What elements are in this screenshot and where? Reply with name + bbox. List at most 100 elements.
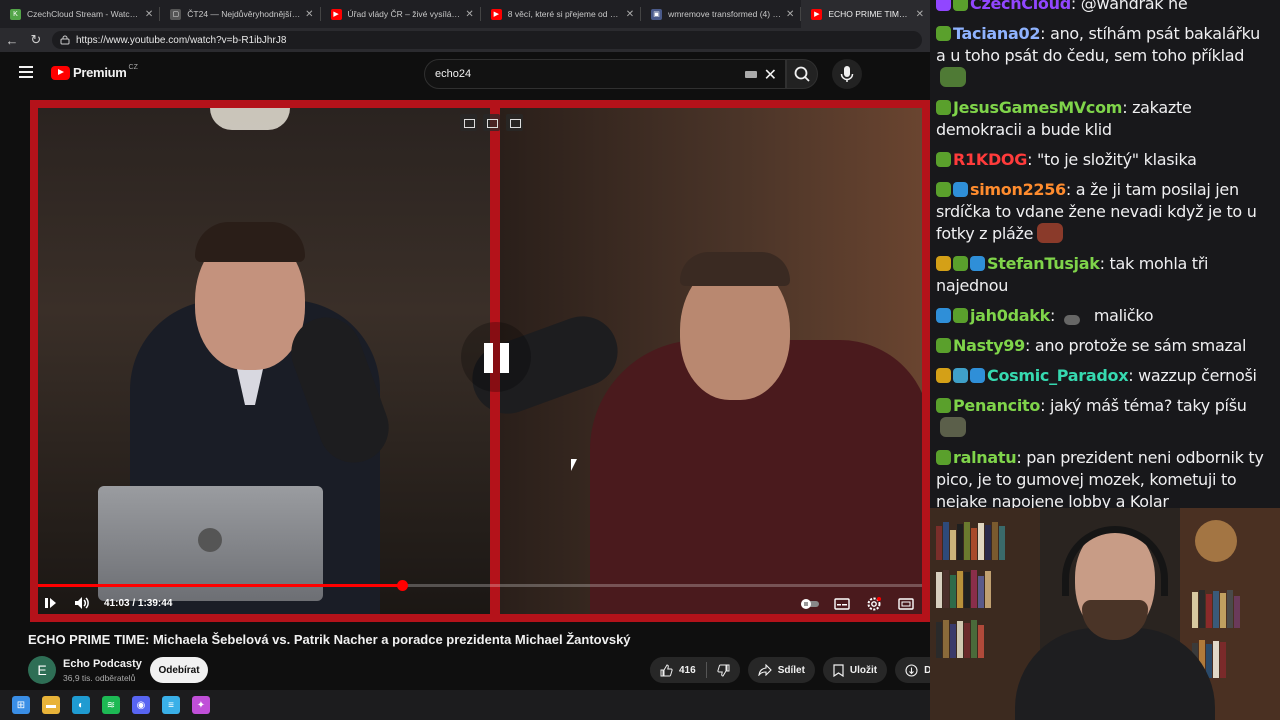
chat-emote-icon[interactable] xyxy=(1063,315,1080,325)
chat-badge-icon[interactable] xyxy=(953,0,968,11)
browser-tab[interactable]: ▣ wmremove transformed (4) — Po ✕ xyxy=(641,0,800,28)
chat-emote-icon[interactable] xyxy=(940,417,966,437)
tab-close-icon[interactable]: ✕ xyxy=(626,9,634,20)
notepad-icon[interactable]: ≡ xyxy=(162,696,180,714)
windows-start-icon[interactable]: ⊞ xyxy=(12,696,30,714)
chat-badge-icon[interactable] xyxy=(936,256,951,271)
copilot-icon[interactable]: ✦ xyxy=(192,696,210,714)
miniplayer-icon[interactable] xyxy=(483,114,500,131)
browser-tab[interactable]: K CzechCloud Stream - Watch Live o ✕ xyxy=(0,0,159,28)
chat-badge-icon[interactable] xyxy=(936,308,951,323)
guest-right-hair xyxy=(680,252,790,286)
chat-badge-icon[interactable] xyxy=(936,368,951,383)
share-icon xyxy=(758,664,772,676)
ceiling-lamp xyxy=(210,108,290,130)
chat-colon: : xyxy=(1016,448,1027,467)
save-button[interactable]: Uložit xyxy=(822,657,888,683)
chat-badge-icon[interactable] xyxy=(936,338,951,353)
menu-icon[interactable] xyxy=(19,66,33,78)
volume-icon xyxy=(75,597,89,609)
url-field[interactable]: https://www.youtube.com/watch?v=b-R1ibJh… xyxy=(52,31,922,49)
chat-badge-icon[interactable] xyxy=(970,368,985,383)
browser-tab[interactable]: ▶ Úřad vlády ČR – živé vysílání - You✕ xyxy=(321,0,480,28)
back-arrow-icon[interactable]: ← xyxy=(0,33,24,48)
browser-tab[interactable]: ▶ ECHO PRIME TIME: Micha ✕ xyxy=(801,0,930,28)
edge-browser-icon[interactable]: ◐ xyxy=(72,696,90,714)
chat-username[interactable]: R1KDOG xyxy=(953,150,1027,169)
channel-avatar[interactable]: E xyxy=(28,656,56,684)
subscribe-button[interactable]: Odebírat xyxy=(150,657,208,683)
chat-message: Penancito: jaký máš téma? taky píšu xyxy=(936,395,1272,439)
like-button[interactable]: 416 xyxy=(650,657,706,683)
channel-name[interactable]: Echo Podcasty xyxy=(63,658,142,670)
chat-username[interactable]: CzechCloud xyxy=(970,0,1071,13)
theater-mode-button[interactable] xyxy=(894,592,918,616)
chat-username[interactable]: StefanTusjak xyxy=(987,254,1100,273)
chat-message: Taciana02: ano, stíhám psát bakalářku a … xyxy=(936,23,1272,89)
clear-search-icon[interactable]: ✕ xyxy=(764,65,777,85)
chat-emote-icon[interactable] xyxy=(940,67,966,87)
tab-close-icon[interactable]: ✕ xyxy=(145,9,153,20)
tab-title: Úřad vlády ČR – živé vysílání - You xyxy=(347,9,462,19)
chat-username[interactable]: Penancito xyxy=(953,396,1040,415)
video-player[interactable]: 41:03 / 1:39:44 xyxy=(30,100,930,622)
chat-username[interactable]: Nasty99 xyxy=(953,336,1025,355)
browser-tab[interactable]: ▶ 8 věcí, které si přejeme od DLC pro ✕ xyxy=(481,0,640,28)
chat-username[interactable]: Taciana02 xyxy=(953,24,1040,43)
autoplay-toggle[interactable] xyxy=(798,592,822,616)
chat-badge-icon[interactable] xyxy=(953,256,968,271)
search-button[interactable] xyxy=(786,59,818,89)
chat-colon: : xyxy=(1040,396,1050,415)
chat-badge-icon[interactable] xyxy=(936,0,951,11)
chat-badge-icon[interactable] xyxy=(953,308,968,323)
chat-badge-icon[interactable] xyxy=(936,100,951,115)
play-button[interactable] xyxy=(38,591,62,615)
reload-icon[interactable]: ↻ xyxy=(24,32,48,48)
book-row xyxy=(1192,588,1240,628)
share-button[interactable]: Sdílet xyxy=(747,657,815,683)
dislike-button[interactable] xyxy=(706,657,740,683)
chat-badge-icon[interactable] xyxy=(953,368,968,383)
gear-icon xyxy=(867,597,881,611)
chat-username[interactable]: jah0dakk xyxy=(970,306,1050,325)
volume-button[interactable] xyxy=(70,591,94,615)
voice-search-button[interactable] xyxy=(832,59,862,89)
progress-bar[interactable] xyxy=(38,580,922,591)
save-label: Uložit xyxy=(849,664,878,676)
tab-close-icon[interactable]: ✕ xyxy=(916,9,924,20)
microphone-icon xyxy=(840,66,854,82)
tab-title: ČT24 — Nejdůvěryhodnější zpravo xyxy=(187,9,301,19)
edit-icon[interactable] xyxy=(506,114,523,131)
discord-icon[interactable]: ◉ xyxy=(132,696,150,714)
chat-emote-icon[interactable] xyxy=(1037,223,1064,243)
chat-badge-icon[interactable] xyxy=(936,152,951,167)
site-info-icon[interactable] xyxy=(60,35,70,45)
spotify-icon[interactable]: ≋ xyxy=(102,696,120,714)
chat-badge-icon[interactable] xyxy=(936,450,951,465)
tab-close-icon[interactable]: ✕ xyxy=(786,9,794,20)
chat-username[interactable]: JesusGamesMVcom xyxy=(953,98,1122,117)
chat-username[interactable]: Cosmic_Paradox xyxy=(987,366,1129,385)
chat-badge-icon[interactable] xyxy=(936,182,951,197)
tab-close-icon[interactable]: ✕ xyxy=(465,9,473,20)
subtitles-button[interactable] xyxy=(830,592,854,616)
chat-username[interactable]: simon2256 xyxy=(970,180,1066,199)
browser-tab[interactable]: ▢ ČT24 — Nejdůvěryhodnější zpravo ✕ xyxy=(160,0,319,28)
chat-badge-icon[interactable] xyxy=(936,398,951,413)
file-explorer-icon[interactable]: ▬ xyxy=(42,696,60,714)
chat-badge-icon[interactable] xyxy=(970,256,985,271)
chat-colon: : xyxy=(1099,254,1110,273)
chat-colon: : xyxy=(1027,150,1037,169)
picture-in-picture-icon[interactable] xyxy=(460,114,477,131)
chat-badge-icon[interactable] xyxy=(953,182,968,197)
settings-button[interactable] xyxy=(862,592,886,616)
tab-title: wmremove transformed (4) — Po xyxy=(668,9,782,19)
chat-badge-icon[interactable] xyxy=(936,26,951,41)
pause-overlay-icon[interactable] xyxy=(461,322,531,392)
youtube-logo[interactable]: Premium CZ xyxy=(51,64,138,80)
tab-close-icon[interactable]: ✕ xyxy=(305,9,313,20)
search-input[interactable]: echo24 ✕ xyxy=(424,59,786,89)
keyboard-icon[interactable] xyxy=(745,71,757,78)
stream-chat: CzechCloud: @wandrak ne Taciana02: ano, s… xyxy=(930,0,1280,508)
chat-username[interactable]: ralnatu xyxy=(953,448,1017,467)
